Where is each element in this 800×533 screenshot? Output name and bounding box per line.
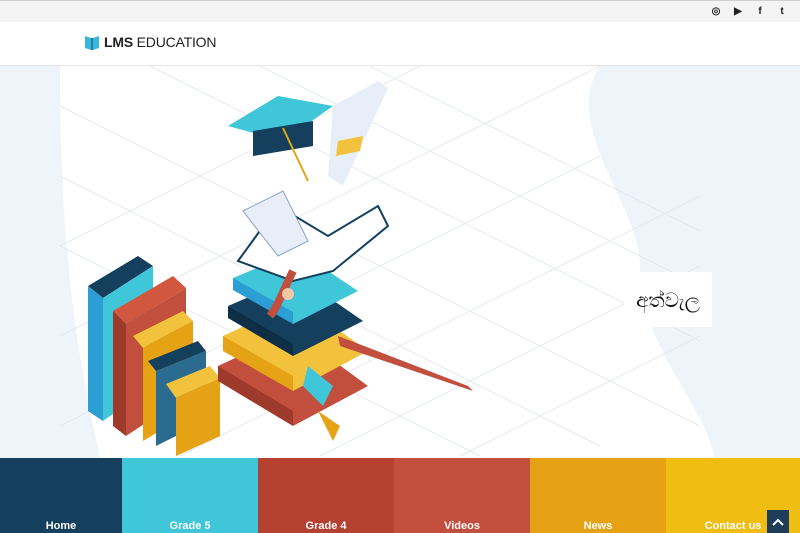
hero-banner: අත්වැල [0,66,800,458]
scroll-to-top-button[interactable] [767,510,789,533]
instagram-icon[interactable]: ◎ [710,5,722,17]
chevron-up-icon [772,518,784,526]
youtube-icon[interactable]: ▶ [732,5,744,17]
nav-label: News [583,520,613,532]
brand-name-bold: LMS [104,34,133,50]
nav-grade-5[interactable]: Grade 5 [122,458,258,533]
nav-news[interactable]: News [530,458,666,533]
site-header: LMS EDUCATION [0,22,800,66]
site-logo[interactable]: LMS EDUCATION [84,33,216,51]
main-nav: Home Grade 5 Grade 4 Videos News Contact… [0,458,800,533]
nav-label: Videos [444,520,480,532]
nav-label: Grade 5 [169,520,211,532]
nav-label: Grade 4 [305,520,347,532]
nav-videos[interactable]: Videos [394,458,530,533]
twitter-icon[interactable]: t [776,5,788,17]
top-bar: ◎ ▶ f t [0,0,800,22]
facebook-icon[interactable]: f [754,5,766,17]
social-links: ◎ ▶ f t [710,5,788,17]
hero-word: අත්වැල [636,287,700,312]
nav-label: Home [45,520,77,532]
hero-word-box: අත්වැල [624,272,712,327]
nav-home[interactable]: Home [0,458,122,533]
brand-name-rest: EDUCATION [132,34,217,50]
brand-name: LMS EDUCATION [104,34,216,50]
education-illustration [88,81,473,456]
book-logo-icon [85,36,99,50]
nav-grade-4[interactable]: Grade 4 [258,458,394,533]
